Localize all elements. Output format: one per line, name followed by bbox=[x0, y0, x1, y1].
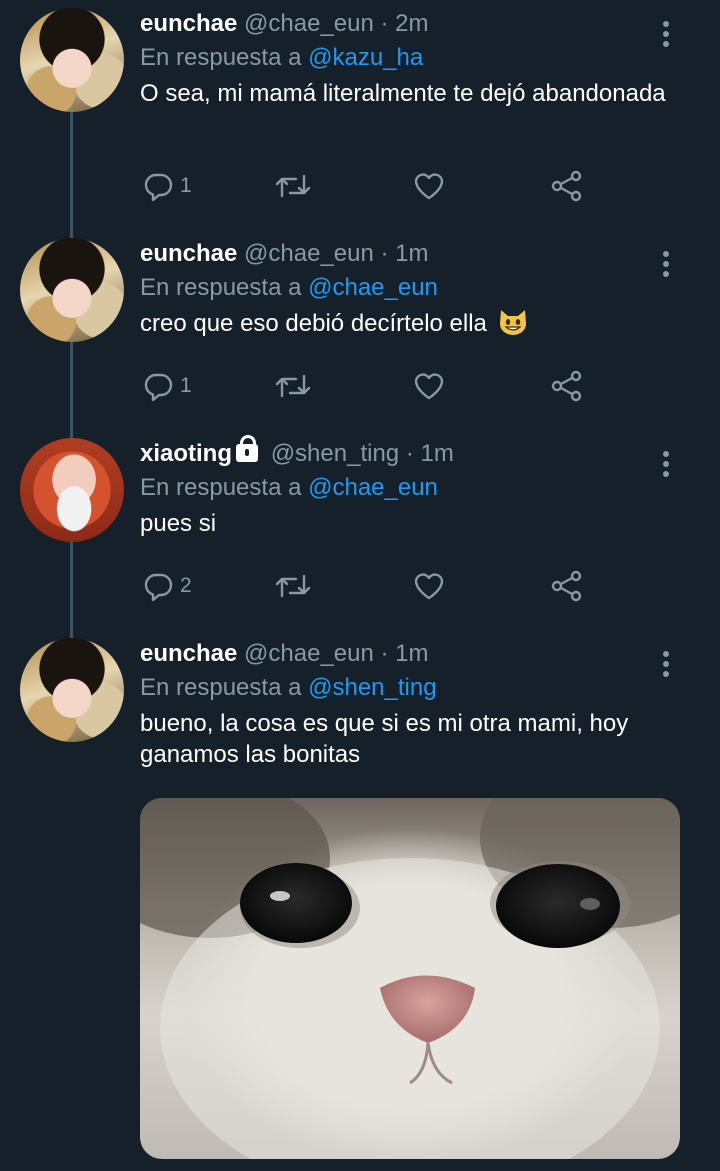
tweet[interactable]: eunchae @chae_eun · 2m En respuesta a @k… bbox=[0, 8, 720, 228]
tweet-media-image[interactable] bbox=[140, 798, 680, 1159]
tweet[interactable]: eunchae @chae_eun · 1m En respuesta a @c… bbox=[0, 238, 720, 438]
tweet-text: O sea, mi mamá literalmente te dejó aban… bbox=[140, 80, 666, 107]
reply-icon bbox=[144, 373, 173, 402]
tweet-text-container: creo que eso debió decírtelo ella bbox=[140, 308, 680, 339]
share-button[interactable] bbox=[550, 568, 584, 604]
share-button[interactable] bbox=[550, 168, 584, 204]
tweet-text: bueno, la cosa es que si es mi otra mami… bbox=[140, 710, 629, 768]
retweet-icon bbox=[275, 574, 311, 598]
tweet-text: creo que eso debió decírtelo ella bbox=[140, 310, 487, 337]
reply-to-link[interactable]: @shen_ting bbox=[308, 674, 436, 701]
reply-prefix: En respuesta a bbox=[140, 674, 302, 701]
timestamp[interactable]: · 1m bbox=[381, 240, 429, 267]
avatar[interactable] bbox=[20, 8, 124, 112]
display-name[interactable]: xiaoting bbox=[140, 440, 232, 467]
reply-to-link[interactable]: @chae_eun bbox=[308, 274, 438, 301]
reply-count: 1 bbox=[180, 374, 192, 397]
more-icon[interactable] bbox=[654, 446, 678, 482]
like-icon bbox=[414, 373, 444, 400]
timestamp[interactable]: · 1m bbox=[381, 640, 429, 667]
reply-context: En respuesta a @kazu_ha bbox=[140, 42, 423, 74]
tweet-header: eunchae @chae_eun · 1m bbox=[140, 638, 429, 670]
reply-button[interactable]: 1 bbox=[142, 368, 192, 404]
tweet-actions: 1 bbox=[140, 368, 600, 408]
timestamp[interactable]: · 1m bbox=[406, 440, 454, 467]
more-icon[interactable] bbox=[654, 646, 678, 682]
grinning-cat-emoji bbox=[498, 308, 528, 336]
display-name[interactable]: eunchae bbox=[140, 640, 237, 667]
reply-context: En respuesta a @chae_eun bbox=[140, 472, 438, 504]
reply-to-link[interactable]: @chae_eun bbox=[308, 474, 438, 501]
reply-context: En respuesta a @shen_ting bbox=[140, 672, 437, 704]
share-icon bbox=[551, 170, 582, 202]
reply-prefix: En respuesta a bbox=[140, 474, 302, 501]
reply-count: 2 bbox=[180, 574, 192, 597]
cat-photo bbox=[140, 798, 680, 1159]
avatar[interactable] bbox=[20, 238, 124, 342]
tweet-actions: 2 bbox=[140, 568, 600, 608]
tweet-header: xiaoting @shen_ting · 1m bbox=[140, 435, 454, 470]
reply-button[interactable]: 1 bbox=[142, 168, 192, 204]
tweet-text: pues si bbox=[140, 510, 217, 537]
avatar[interactable] bbox=[20, 638, 124, 742]
handle[interactable]: @chae_eun bbox=[244, 640, 374, 667]
reply-icon bbox=[144, 573, 173, 602]
lock-icon bbox=[236, 435, 259, 462]
retweet-button[interactable] bbox=[274, 168, 312, 204]
reply-prefix: En respuesta a bbox=[140, 274, 302, 301]
display-name[interactable]: eunchae bbox=[140, 240, 237, 267]
retweet-icon bbox=[275, 374, 311, 398]
handle[interactable]: @shen_ting bbox=[271, 440, 399, 467]
display-name[interactable]: eunchae bbox=[140, 10, 237, 37]
like-button[interactable] bbox=[412, 568, 446, 604]
tweet-header: eunchae @chae_eun · 2m bbox=[140, 8, 429, 40]
share-icon bbox=[551, 370, 582, 402]
reply-count: 1 bbox=[180, 174, 192, 197]
share-icon bbox=[551, 570, 582, 602]
handle[interactable]: @chae_eun bbox=[244, 10, 374, 37]
retweet-button[interactable] bbox=[274, 368, 312, 404]
reply-to-link[interactable]: @kazu_ha bbox=[308, 44, 423, 71]
tweet[interactable]: xiaoting @shen_ting · 1m En respuesta a … bbox=[0, 435, 720, 638]
reply-prefix: En respuesta a bbox=[140, 44, 302, 71]
reply-icon bbox=[144, 173, 173, 202]
tweet-header: eunchae @chae_eun · 1m bbox=[140, 238, 429, 270]
avatar[interactable] bbox=[20, 438, 124, 542]
like-icon bbox=[414, 573, 444, 600]
retweet-icon bbox=[275, 174, 311, 198]
reply-button[interactable]: 2 bbox=[142, 568, 192, 604]
tweet-actions: 1 bbox=[140, 168, 600, 208]
reply-context: En respuesta a @chae_eun bbox=[140, 272, 438, 304]
share-button[interactable] bbox=[550, 368, 584, 404]
like-icon bbox=[414, 173, 444, 200]
handle[interactable]: @chae_eun bbox=[244, 240, 374, 267]
like-button[interactable] bbox=[412, 368, 446, 404]
more-icon[interactable] bbox=[654, 246, 678, 282]
timestamp[interactable]: · 2m bbox=[381, 10, 429, 37]
like-button[interactable] bbox=[412, 168, 446, 204]
more-icon[interactable] bbox=[654, 16, 678, 52]
retweet-button[interactable] bbox=[274, 568, 312, 604]
